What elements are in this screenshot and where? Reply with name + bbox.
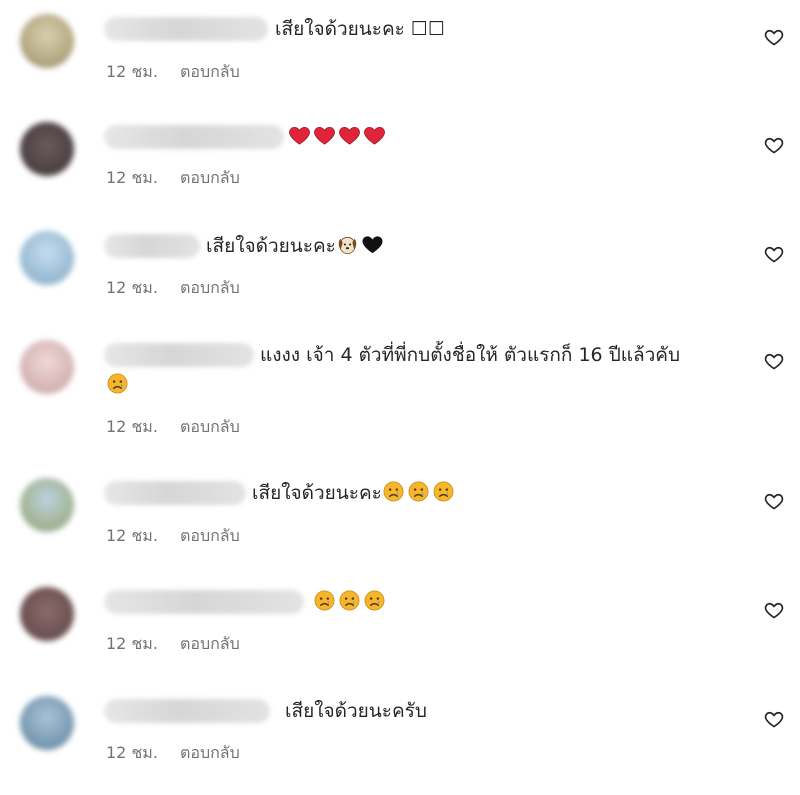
sad-face-emoji [314, 590, 335, 611]
avatar[interactable] [20, 587, 74, 641]
comment-time: 12 ชม. [106, 417, 158, 436]
avatar[interactable] [20, 14, 74, 68]
avatar[interactable] [20, 340, 74, 394]
comment-meta: 12 ชม. ตอบกลับ [106, 415, 240, 440]
reply-button[interactable]: ตอบกลับ [180, 62, 240, 81]
like-heart-icon[interactable] [764, 27, 784, 47]
comment-time: 12 ชม. [106, 526, 158, 545]
comment-time: 12 ชม. [106, 62, 158, 81]
like-heart-icon[interactable] [764, 135, 784, 155]
reply-button[interactable]: ตอบกลับ [180, 743, 240, 762]
username-blurred[interactable] [104, 699, 270, 723]
sad-face-emoji [408, 481, 429, 502]
sad-face-emoji [339, 590, 360, 611]
comment-meta: 12 ชม. ตอบกลับ [106, 166, 240, 191]
reply-button[interactable]: ตอบกลับ [180, 526, 240, 545]
avatar[interactable] [20, 231, 74, 285]
red-heart-emoji [314, 126, 335, 145]
sad-face-emoji [433, 481, 454, 502]
comment-text: แงงง เจ้า 4 ตัวที่พี่กบตั้งชื่อให้ ตัวแร… [260, 340, 730, 370]
comment-meta: 12 ชม. ตอบกลับ [106, 60, 240, 85]
red-heart-emoji [289, 126, 310, 145]
comment-meta: 12 ชม. ตอบกลับ [106, 276, 240, 301]
comment-text-content: เสียใจด้วยนะคะ [252, 482, 382, 504]
avatar[interactable] [20, 478, 74, 532]
comment-text-content: เสียใจด้วยนะครับ [285, 700, 427, 722]
comment-text-content: แงงง เจ้า 4 ตัวที่พี่กบตั้งชื่อให้ ตัวแร… [260, 344, 681, 366]
sad-face-emoji [107, 373, 128, 394]
comment-meta: 12 ชม. ตอบกลับ [106, 632, 240, 657]
username-blurred[interactable] [104, 17, 268, 41]
sad-face-emoji [364, 590, 385, 611]
comment-text-content: เสียใจด้วยนะคะ [206, 235, 336, 257]
reply-button[interactable]: ตอบกลับ [180, 634, 240, 653]
like-heart-icon[interactable] [764, 244, 784, 264]
comment-time: 12 ชม. [106, 168, 158, 187]
comment-text-content: เสียใจด้วยนะคะ ☐☐ [275, 18, 445, 40]
avatar[interactable] [20, 122, 74, 176]
comment-text: เสียใจด้วยนะคะ [206, 231, 386, 261]
comment-text [313, 587, 388, 617]
black-heart-emoji [362, 236, 383, 254]
comment-meta: 12 ชม. ตอบกลับ [106, 741, 240, 766]
like-heart-icon[interactable] [764, 600, 784, 620]
dog-face-emoji [338, 236, 357, 254]
username-blurred[interactable] [104, 343, 254, 367]
like-heart-icon[interactable] [764, 709, 784, 729]
username-blurred[interactable] [104, 234, 200, 258]
sad-face-emoji [383, 481, 404, 502]
reply-button[interactable]: ตอบกลับ [180, 168, 240, 187]
comment-time: 12 ชม. [106, 634, 158, 653]
reply-button[interactable]: ตอบกลับ [180, 278, 240, 297]
comment-text: เสียใจด้วยนะคะ [252, 478, 457, 508]
avatar[interactable] [20, 696, 74, 750]
comment-text: เสียใจด้วยนะคะ ☐☐ [275, 14, 445, 44]
username-blurred[interactable] [104, 481, 246, 505]
red-heart-emoji [339, 126, 360, 145]
like-heart-icon[interactable] [764, 491, 784, 511]
comment-time: 12 ชม. [106, 278, 158, 297]
reply-button[interactable]: ตอบกลับ [180, 417, 240, 436]
like-heart-icon[interactable] [764, 351, 784, 371]
comment-list: เสียใจด้วยนะคะ ☐☐ 12 ชม. ตอบกลับ 12 ชม. ตอ… [0, 0, 800, 795]
red-heart-emoji [364, 126, 385, 145]
username-blurred[interactable] [104, 125, 284, 149]
username-blurred[interactable] [104, 590, 304, 614]
comment-text: เสียใจด้วยนะครับ [285, 696, 427, 726]
comment-meta: 12 ชม. ตอบกลับ [106, 524, 240, 549]
comment-text-continued [106, 370, 131, 400]
comment-time: 12 ชม. [106, 743, 158, 762]
comment-text [288, 122, 388, 152]
